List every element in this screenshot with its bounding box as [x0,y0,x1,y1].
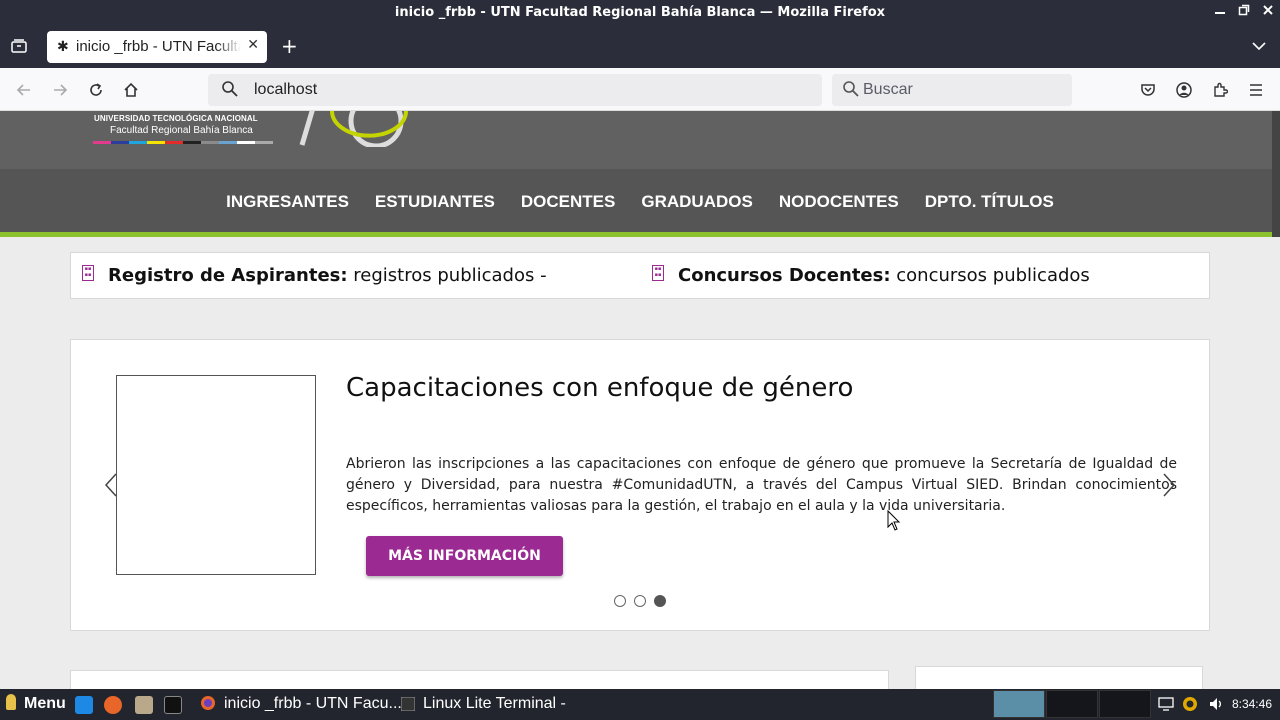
linux-lite-logo-icon [6,694,16,710]
tab-close-icon[interactable]: ✕ [247,37,259,53]
maximize-icon[interactable] [1234,3,1254,23]
ticker-item-label: Registro de Aspirantes: [108,265,348,286]
url-bar[interactable]: localhost [208,74,822,106]
chevron-down-icon[interactable] [1252,39,1266,55]
tab-overview-icon[interactable] [11,38,27,53]
calendar-icon: ▪▪ ▪▪ [82,265,94,281]
window-title: inicio _frbb - UTN Facultad Regional Bah… [394,5,886,20]
utn-name: UNIVERSIDAD TECNOLÓGICA NACIONAL [94,114,258,123]
nav-graduados[interactable]: GRADUADOS [641,192,752,212]
workspace-2[interactable] [1046,690,1098,718]
tab-strip: ✱ inicio _frbb - UTN Facultad Regional B… [0,26,1280,68]
reload-icon[interactable] [84,78,108,102]
updates-icon[interactable] [1182,696,1198,712]
nav-estudiantes[interactable]: ESTUDIANTES [375,192,495,212]
chevron-right-icon[interactable] [1159,470,1179,500]
back-icon[interactable] [12,78,36,102]
search-input[interactable] [863,79,1063,101]
task-label: inicio _frbb - UTN Facu... [224,695,402,712]
mouse-cursor-icon [887,510,901,531]
hamburger-menu-icon[interactable] [1244,78,1268,102]
tab-active[interactable]: ✱ inicio _frbb - UTN Facultad Regional B… [47,31,267,63]
nav-dpto-titulos[interactable]: DPTO. TÍTULOS [925,192,1054,212]
news-ticker: ▪▪ ▪▪ Registro de Aspirantes: registros p… [70,252,1210,299]
ticker-item-label: Concursos Docentes: [678,265,891,286]
stripe-segment [183,141,201,144]
slide-text: Abrieron las inscripciones a las capacit… [346,456,1177,514]
terminal-icon[interactable] [164,696,182,714]
task-label: Linux Lite Terminal - [423,695,566,712]
stripe-segment [165,141,183,144]
pocket-icon[interactable] [1136,78,1160,102]
search-icon [843,81,859,97]
firefox-icon[interactable] [104,696,122,714]
slide-title: Capacitaciones con enfoque de género [346,373,854,403]
file-manager-icon[interactable] [135,696,153,714]
home-icon[interactable] [119,78,143,102]
clock: 8:34:46 [1231,697,1272,711]
taskbar: Menu inicio _frbb - UTN Facu... Linux Li… [0,689,1280,720]
forward-icon[interactable] [48,78,72,102]
ticker-item[interactable]: Registro de Aspirantes: registros public… [108,265,547,286]
logo-color-stripe [93,141,273,144]
window-titlebar: inicio _frbb - UTN Facultad Regional Bah… [0,0,1280,26]
ticker-item[interactable]: Concursos Docentes: concursos publicados [678,265,1090,286]
terminal-icon [400,696,416,716]
nav-ingresantes[interactable]: INGRESANTES [226,192,349,212]
workspace-3[interactable] [1099,690,1151,718]
new-tab-button[interactable]: + [281,35,298,57]
network-icon[interactable] [1158,696,1174,712]
taskbar-task-terminal[interactable]: Linux Lite Terminal - [400,695,566,716]
extensions-icon[interactable] [1208,78,1232,102]
carousel-dot[interactable] [634,595,646,607]
carousel-dot[interactable] [654,595,666,607]
calendar-icon: ▪▪ ▪▪ [652,265,664,281]
slide-image [116,375,316,575]
carousel-dot[interactable] [614,595,626,607]
start-menu-button[interactable]: Menu [6,694,66,713]
stripe-segment [93,141,111,144]
stripe-segment [147,141,165,144]
minimize-icon[interactable] [1210,3,1230,23]
close-icon[interactable] [1258,3,1278,23]
ticker-item-text: concursos publicados [890,265,1090,286]
url-text: localhost [254,81,318,98]
stripe-segment [255,141,273,144]
utn-favicon-icon: ✱ [57,39,69,55]
news-carousel: Capacitaciones con enfoque de género Abr… [70,339,1210,631]
70-years-logo [299,111,408,147]
stripe-segment [201,141,219,144]
stripe-segment [129,141,147,144]
faculty-name: Facultad Regional Bahía Blanca [110,125,253,136]
browser-navbar: localhost [0,68,1280,111]
start-menu-label: Menu [24,695,66,712]
desktop-icon[interactable] [75,696,93,714]
more-info-button[interactable]: MÁS INFORMACIÓN [366,536,563,576]
taskbar-task-firefox[interactable]: inicio _frbb - UTN Facu... [200,695,402,716]
stripe-segment [237,141,255,144]
volume-icon[interactable] [1208,696,1224,712]
main-nav: INGRESANTES ESTUDIANTES DOCENTES GRADUADOS N… [0,169,1280,237]
firefox-icon [200,695,216,716]
stripe-segment [111,141,129,144]
chevron-left-icon[interactable] [101,470,121,500]
ticker-item-text: registros publicados - [347,265,547,286]
search-icon [222,81,238,97]
account-icon[interactable] [1172,78,1196,102]
search-bar[interactable] [832,74,1072,106]
workspace-1[interactable] [993,690,1045,718]
nav-nodocentes[interactable]: NODOCENTES [779,192,899,212]
stripe-segment [219,141,237,144]
site-header: UNIVERSIDAD TECNOLÓGICA NACIONAL Faculta… [0,111,1280,169]
tab-label: inicio _frbb - UTN Facultad Regional Bah… [76,38,241,55]
nav-docentes[interactable]: DOCENTES [521,192,615,212]
page-scrollbar[interactable] [1272,111,1280,237]
